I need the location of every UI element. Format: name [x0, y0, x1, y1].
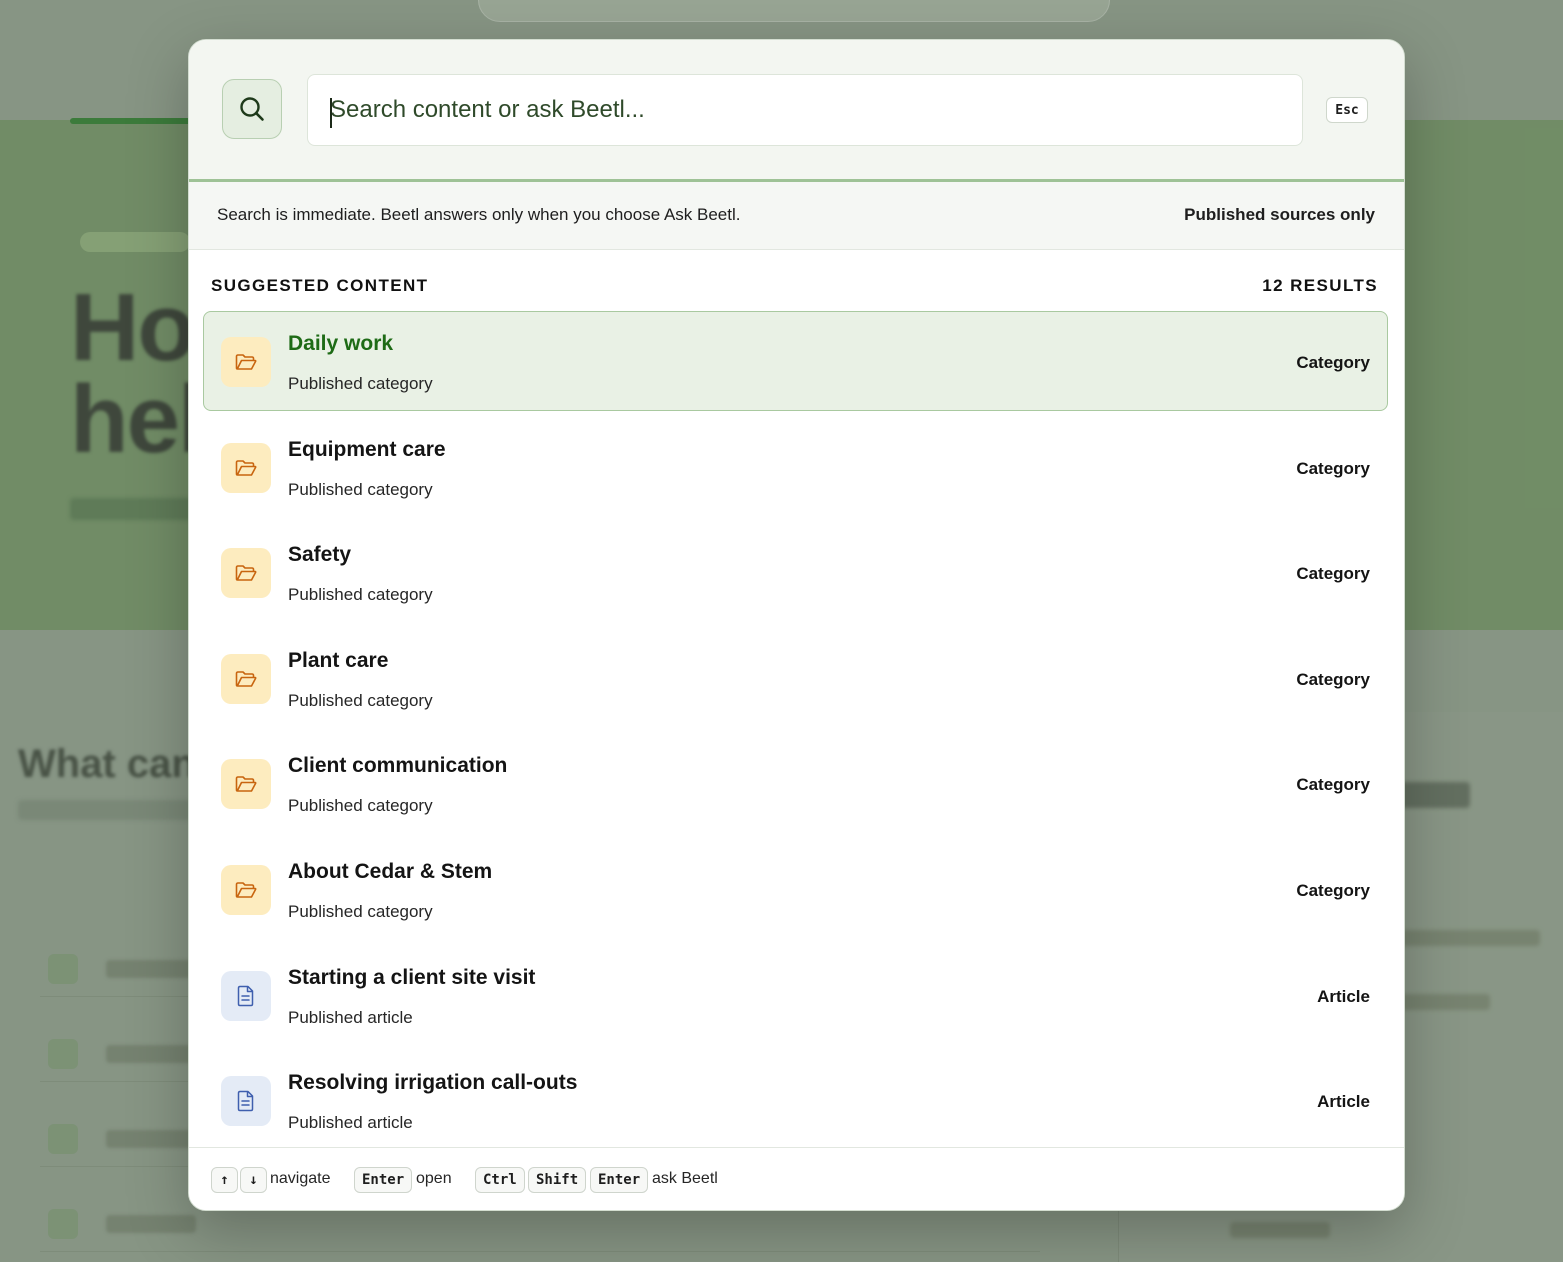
- result-title: Starting a client site visit: [288, 965, 536, 989]
- ctrl-key: Ctrl: [475, 1167, 525, 1193]
- search-button[interactable]: [222, 79, 282, 139]
- results-heading: SUGGESTED CONTENT: [211, 276, 429, 295]
- shift-key: Shift: [528, 1167, 587, 1193]
- result-type: Category: [1296, 880, 1370, 900]
- result-type: Category: [1296, 564, 1370, 584]
- result-item[interactable]: Equipment care Published category Catego…: [203, 417, 1388, 517]
- result-subtitle: Published article: [288, 1113, 413, 1133]
- result-item[interactable]: Client communication Published category …: [203, 733, 1388, 833]
- result-title: Resolving irrigation call-outs: [288, 1071, 578, 1095]
- search-header: Esc: [189, 40, 1404, 182]
- result-type: Category: [1296, 775, 1370, 795]
- result-title: About Cedar & Stem: [288, 859, 493, 883]
- result-type: Category: [1296, 353, 1370, 372]
- arrow-down-key: ↓: [240, 1167, 267, 1193]
- result-item[interactable]: Resolving irrigation call-outs Published…: [203, 1050, 1388, 1150]
- search-input[interactable]: [307, 74, 1303, 146]
- document-icon: [221, 1076, 271, 1127]
- result-subtitle: Published article: [288, 1007, 413, 1027]
- result-subtitle: Published category: [288, 901, 433, 921]
- ask-beetl-hint: ask Beetl: [652, 1170, 718, 1187]
- result-subtitle: Published category: [288, 374, 433, 393]
- info-text: Search is immediate. Beetl answers only …: [217, 205, 741, 224]
- result-title: Client communication: [288, 754, 508, 778]
- folder-icon: [221, 548, 271, 599]
- arrow-up-key: ↑: [211, 1167, 238, 1193]
- result-subtitle: Published category: [288, 690, 433, 710]
- result-item[interactable]: Daily work Published category Category: [203, 311, 1388, 411]
- result-type: Article: [1317, 1092, 1370, 1112]
- result-title: Equipment care: [288, 437, 446, 461]
- result-item[interactable]: About Cedar & Stem Published category Ca…: [203, 839, 1388, 939]
- folder-icon: [221, 442, 271, 493]
- result-item[interactable]: Safety Published category Category: [203, 522, 1388, 622]
- folder-icon: [221, 337, 271, 387]
- result-type: Category: [1296, 458, 1370, 478]
- result-title: Plant care: [288, 648, 389, 672]
- enter-key-ask: Enter: [590, 1167, 649, 1193]
- text-caret: [330, 98, 332, 128]
- search-modal: Esc Search is immediate. Beetl answers o…: [188, 39, 1405, 1211]
- search-icon: [240, 97, 264, 121]
- folder-icon: [221, 759, 271, 810]
- results-list: Daily work Published category Category E…: [203, 311, 1388, 1156]
- result-type: Category: [1296, 669, 1370, 689]
- folder-icon: [221, 864, 271, 915]
- folder-icon: [221, 653, 271, 704]
- results-count: 12 RESULTS: [1262, 276, 1378, 295]
- document-icon: [221, 970, 271, 1021]
- result-title: Daily work: [288, 332, 394, 355]
- open-hint: open: [416, 1170, 452, 1187]
- scope-label: Published sources only: [1184, 205, 1375, 224]
- result-subtitle: Published category: [288, 479, 433, 499]
- result-title: Safety: [288, 543, 352, 567]
- result-item[interactable]: Starting a client site visit Published a…: [203, 945, 1388, 1045]
- result-subtitle: Published category: [288, 585, 433, 605]
- enter-key: Enter: [354, 1167, 413, 1193]
- results-header: SUGGESTED CONTENT 12 RESULTS: [211, 276, 1378, 298]
- result-subtitle: Published category: [288, 796, 433, 816]
- navigate-hint: navigate: [270, 1170, 331, 1187]
- result-item[interactable]: Plant care Published category Category: [203, 628, 1388, 728]
- result-type: Article: [1317, 986, 1370, 1006]
- keyboard-hints: ↑ ↓ navigate Enter open Ctrl Shift Enter…: [189, 1147, 1404, 1210]
- esc-close-button[interactable]: Esc: [1326, 97, 1368, 123]
- info-bar: Search is immediate. Beetl answers only …: [189, 182, 1404, 250]
